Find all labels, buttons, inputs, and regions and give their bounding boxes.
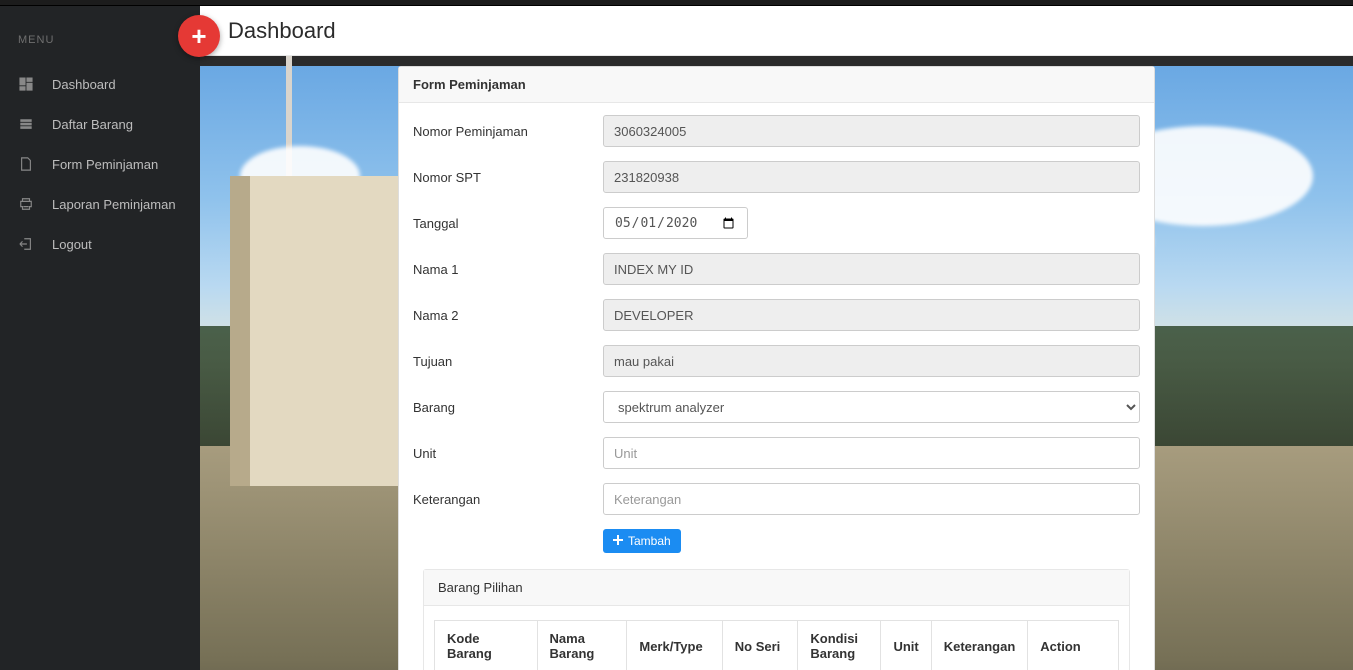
tanggal-input[interactable]: [603, 207, 748, 239]
plus-icon: +: [191, 21, 206, 52]
label-nama1: Nama 1: [413, 262, 603, 277]
sidebar-menu-title: MENU: [0, 24, 200, 64]
panel-barang-pilihan: Barang Pilihan Kode Barang Nama Barang M…: [423, 569, 1130, 670]
sidebar: MENU Dashboard Daftar Barang Form Peminj…: [0, 6, 200, 670]
barang-table: Kode Barang Nama Barang Merk/Type No Ser…: [434, 620, 1119, 670]
sidebar-item-label: Laporan Peminjaman: [52, 197, 176, 212]
th-action: Action: [1028, 621, 1119, 670]
unit-input[interactable]: [603, 437, 1140, 469]
th-unit: Unit: [881, 621, 931, 670]
th-nama: Nama Barang: [537, 621, 627, 670]
label-unit: Unit: [413, 446, 603, 461]
plus-icon: [613, 534, 623, 548]
page-title: Dashboard: [228, 18, 336, 44]
label-nomor-peminjaman: Nomor Peminjaman: [413, 124, 603, 139]
nama1-input[interactable]: [603, 253, 1140, 285]
printer-icon: [18, 196, 34, 212]
panel-heading: Barang Pilihan: [424, 570, 1129, 606]
panel-heading: Form Peminjaman: [399, 67, 1154, 103]
sidebar-item-logout[interactable]: Logout: [0, 224, 200, 264]
page: Dashboard Form Peminjaman Nomor Peminjam…: [200, 6, 1353, 670]
tambah-button[interactable]: Tambah: [603, 529, 681, 553]
sidebar-item-laporan-peminjaman[interactable]: Laporan Peminjaman: [0, 184, 200, 224]
sidebar-item-daftar-barang[interactable]: Daftar Barang: [0, 104, 200, 144]
sidebar-item-label: Form Peminjaman: [52, 157, 158, 172]
fab-add-button[interactable]: +: [178, 15, 220, 57]
sidebar-item-label: Daftar Barang: [52, 117, 133, 132]
button-label: Tambah: [628, 534, 671, 548]
th-keterangan: Keterangan: [931, 621, 1028, 670]
label-nama2: Nama 2: [413, 308, 603, 323]
nomor-spt-input[interactable]: [603, 161, 1140, 193]
top-bar: [0, 0, 1353, 6]
logout-icon: [18, 236, 34, 252]
label-keterangan: Keterangan: [413, 492, 603, 507]
page-header: Dashboard: [200, 6, 1353, 56]
label-barang: Barang: [413, 400, 603, 415]
th-kondisi: Kondisi Barang: [798, 621, 881, 670]
th-kode: Kode Barang: [435, 621, 538, 670]
th-noseri: No Seri: [722, 621, 798, 670]
nomor-peminjaman-input[interactable]: [603, 115, 1140, 147]
label-nomor-spt: Nomor SPT: [413, 170, 603, 185]
list-icon: [18, 116, 34, 132]
sidebar-item-dashboard[interactable]: Dashboard: [0, 64, 200, 104]
panel-body: Nomor Peminjaman Nomor SPT Tanggal Nama …: [399, 103, 1154, 670]
sidebar-item-label: Dashboard: [52, 77, 116, 92]
nama2-input[interactable]: [603, 299, 1140, 331]
tujuan-input[interactable]: [603, 345, 1140, 377]
th-merk: Merk/Type: [627, 621, 722, 670]
keterangan-input[interactable]: [603, 483, 1140, 515]
barang-select[interactable]: spektrum analyzer: [603, 391, 1140, 423]
panel-form-peminjaman: Form Peminjaman Nomor Peminjaman Nomor S…: [398, 66, 1155, 670]
file-icon: [18, 156, 34, 172]
label-tujuan: Tujuan: [413, 354, 603, 369]
label-tanggal: Tanggal: [413, 216, 603, 231]
content-area: Form Peminjaman Nomor Peminjaman Nomor S…: [200, 66, 1353, 670]
sidebar-item-form-peminjaman[interactable]: Form Peminjaman: [0, 144, 200, 184]
sidebar-item-label: Logout: [52, 237, 92, 252]
dashboard-icon: [18, 76, 34, 92]
